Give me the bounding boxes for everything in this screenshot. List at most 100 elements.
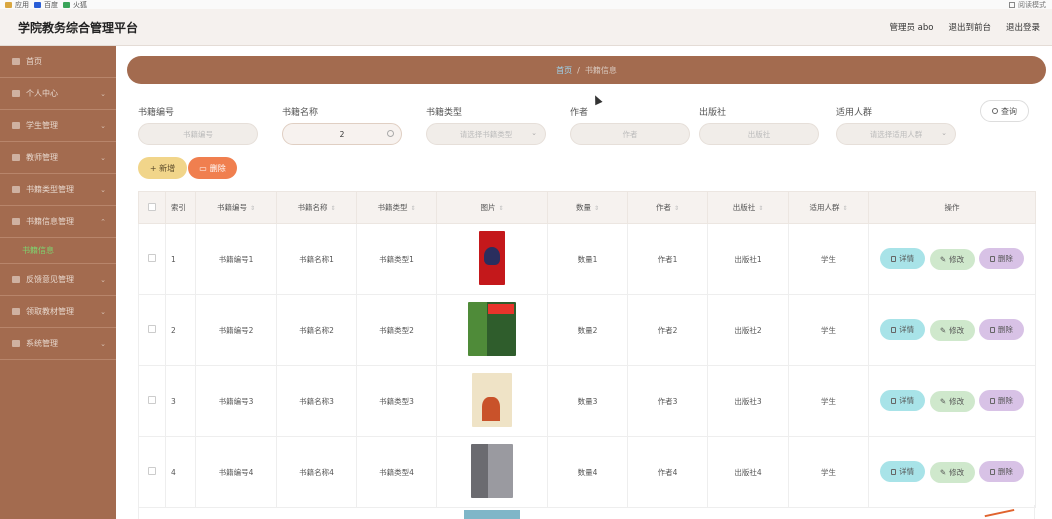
table-header-row: 索引 书籍编号 ⇕ 书籍名称 ⇕ 书籍类型 ⇕ 图片 ⇕ 数量 ⇕ 作者 ⇕ 出版社 ⇕ 适用… (138, 191, 1036, 224)
book-code-input[interactable]: 书籍编号 (138, 123, 258, 145)
table-row: 3 书籍编号3 书籍名称3 书籍类型3 数量3 作者3 出版社3 学生 详情 ✎… (138, 365, 1036, 437)
select-all-checkbox[interactable] (148, 202, 156, 211)
publisher-input[interactable]: 出版社 (699, 123, 819, 145)
filter-book-type: 书籍类型 请选择书籍类型 ⌄ (426, 105, 546, 145)
col-count[interactable]: 数量 ⇕ (547, 191, 628, 224)
sidebar-subitem-book-info[interactable]: 书籍信息 (0, 238, 116, 264)
detail-button[interactable]: 详情 (880, 248, 926, 270)
sidebar-item-home[interactable]: 首页 (0, 46, 116, 78)
filter-author: 作者 作者 (570, 105, 690, 145)
trash-icon (989, 326, 995, 333)
filter-book-name: 书籍名称 2 (282, 105, 402, 145)
feedback-icon (12, 276, 20, 283)
sidebar-item-book-info[interactable]: 书籍信息管理 ⌃ (0, 206, 116, 238)
add-button[interactable]: + 新增 (138, 157, 187, 179)
pencil-icon: ✎ (939, 325, 947, 335)
col-image[interactable]: 图片 ⇕ (436, 191, 548, 224)
chevron-down-icon: ⌄ (100, 307, 106, 316)
breadcrumb-separator: / (577, 65, 580, 75)
sort-icon[interactable]: ⇕ (330, 205, 335, 212)
browser-bookmarks-bar: 应用 百度 火狐 阅读模式 (0, 0, 1052, 9)
current-user: 管理员 abo (889, 23, 934, 33)
col-audience[interactable]: 适用人群 ⇕ (788, 191, 869, 224)
chevron-down-icon: ⌄ (100, 275, 106, 284)
trash-icon (989, 255, 995, 262)
sort-icon[interactable]: ⇕ (250, 205, 255, 212)
edit-button[interactable]: ✎ 修改 (929, 319, 975, 341)
document-icon (891, 326, 897, 333)
trash-icon (989, 468, 995, 475)
sort-icon[interactable]: ⇕ (410, 205, 415, 212)
clear-icon[interactable] (387, 130, 394, 137)
select-all-checkbox-cell[interactable] (138, 191, 166, 224)
pencil-icon: ✎ (939, 396, 947, 406)
col-publisher[interactable]: 出版社 ⇕ (707, 191, 789, 224)
sort-icon[interactable]: ⇕ (758, 205, 763, 212)
col-book-code[interactable]: 书籍编号 ⇕ (195, 191, 277, 224)
firefox-icon (63, 1, 70, 8)
remove-button[interactable]: 删除 (978, 461, 1024, 483)
app-title: 学院教务综合管理平台 (18, 20, 139, 35)
chevron-down-icon: ⌄ (100, 185, 106, 194)
sidebar-item-system[interactable]: 系统管理 ⌄ (0, 328, 116, 360)
textbook-icon (12, 308, 20, 315)
table-row: 2 书籍编号2 书籍名称2 书籍类型2 数量2 作者2 出版社2 学生 详情 ✎… (138, 294, 1036, 366)
back-to-front-link[interactable]: 退出到前台 (948, 21, 991, 33)
table-row: 1 书籍编号1 书籍名称1 书籍类型1 数量1 作者1 出版社1 学生 详情 ✎… (138, 223, 1036, 295)
book-types-icon (12, 186, 20, 193)
reading-mode-icon (1009, 1, 1015, 8)
pencil-icon: ✎ (939, 254, 947, 264)
logout-link[interactable]: 退出登录 (1006, 21, 1040, 33)
chevron-down-icon: ⌄ (100, 121, 106, 130)
sidebar-item-students[interactable]: 学生管理 ⌄ (0, 110, 116, 142)
search-button[interactable]: 查询 (980, 100, 1029, 122)
col-book-name[interactable]: 书籍名称 ⇕ (276, 191, 357, 224)
row-checkbox[interactable] (148, 254, 156, 262)
document-icon (891, 397, 897, 404)
edit-button[interactable]: ✎ 修改 (929, 248, 975, 270)
trash-icon (989, 397, 995, 404)
trash-icon: ▭ (199, 163, 207, 173)
sort-icon[interactable]: ⇕ (842, 205, 847, 212)
mouse-cursor (591, 93, 603, 106)
remove-button[interactable]: 删除 (978, 390, 1024, 412)
book-cover-image (464, 510, 520, 519)
apps-icon (5, 1, 12, 8)
sidebar: 首页 个人中心 ⌄ 学生管理 ⌄ 教师管理 ⌄ 书籍类型管理 ⌄ 书籍信息管理 … (0, 46, 116, 519)
edit-button[interactable]: ✎ 修改 (929, 461, 975, 483)
table-row: 4 书籍编号4 书籍名称4 书籍类型4 数量4 作者4 出版社4 学生 详情 ✎… (138, 436, 1036, 508)
author-input[interactable]: 作者 (570, 123, 690, 145)
row-checkbox[interactable] (148, 467, 156, 475)
detail-button[interactable]: 详情 (880, 319, 926, 341)
breadcrumb-home[interactable]: 首页 (556, 65, 572, 76)
remove-button[interactable]: 删除 (978, 248, 1024, 270)
book-name-input[interactable]: 2 (282, 123, 402, 145)
sort-icon[interactable]: ⇕ (594, 205, 599, 212)
sidebar-item-profile[interactable]: 个人中心 ⌄ (0, 78, 116, 110)
remove-button[interactable]: 删除 (978, 319, 1024, 341)
edit-button[interactable]: ✎ 修改 (929, 390, 975, 412)
book-cover-image (472, 373, 512, 427)
book-table: 索引 书籍编号 ⇕ 书籍名称 ⇕ 书籍类型 ⇕ 图片 ⇕ 数量 ⇕ 作者 ⇕ 出版社 ⇕ 适用… (138, 191, 1036, 508)
delete-button[interactable]: ▭ 删除 (188, 157, 237, 179)
sidebar-item-teachers[interactable]: 教师管理 ⌄ (0, 142, 116, 174)
book-cover-image (471, 444, 513, 498)
book-cover-image (468, 302, 516, 356)
book-type-select[interactable]: 请选择书籍类型 ⌄ (426, 123, 546, 145)
baidu-icon (34, 1, 41, 8)
audience-select[interactable]: 请选择适用人群 ⌄ (836, 123, 956, 145)
table-row-partial (138, 505, 1035, 519)
row-checkbox[interactable] (148, 325, 156, 333)
sort-icon[interactable]: ⇕ (674, 205, 679, 212)
col-author[interactable]: 作者 ⇕ (627, 191, 708, 224)
detail-button[interactable]: 详情 (880, 390, 926, 412)
col-book-type[interactable]: 书籍类型 ⇕ (356, 191, 437, 224)
detail-button[interactable]: 详情 (880, 461, 926, 483)
sidebar-item-textbooks[interactable]: 领取教材管理 ⌄ (0, 296, 116, 328)
teachers-icon (12, 154, 20, 161)
sort-icon[interactable]: ⇕ (498, 205, 503, 212)
filter-book-code: 书籍编号 书籍编号 (138, 105, 258, 145)
sidebar-item-book-types[interactable]: 书籍类型管理 ⌄ (0, 174, 116, 206)
sidebar-item-feedback[interactable]: 反馈意见管理 ⌄ (0, 264, 116, 296)
row-checkbox[interactable] (148, 396, 156, 404)
